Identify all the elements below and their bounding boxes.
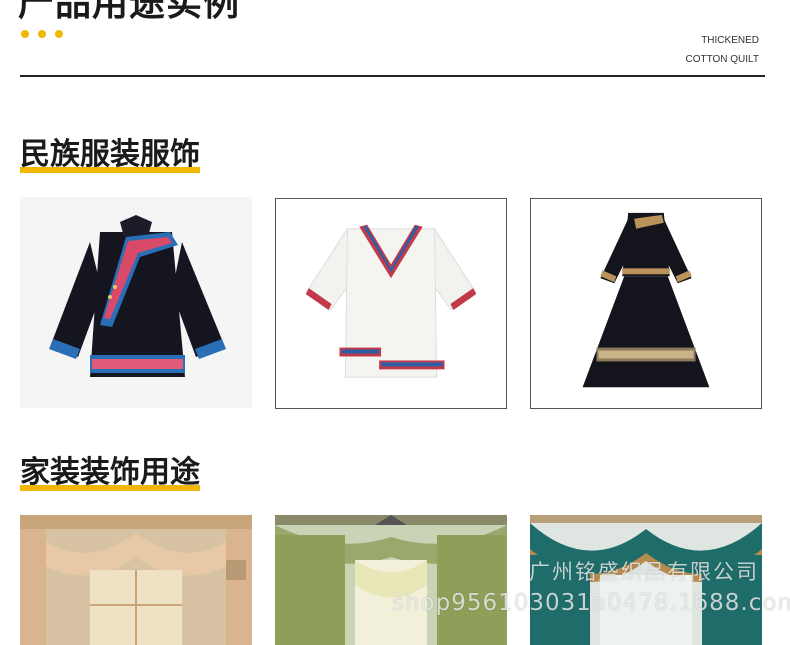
section-title-clothing: 民族服装服饰 xyxy=(20,137,200,173)
ethnic-jacket-image[interactable] xyxy=(20,197,252,408)
green-curtain-photo[interactable] xyxy=(275,515,507,645)
page-title: 产品用途实例 xyxy=(18,0,241,24)
dot-icon xyxy=(21,30,29,38)
ethnic-dress-image[interactable] xyxy=(530,198,762,409)
dot-icon xyxy=(55,30,63,38)
white-embroidered-shirt-image[interactable] xyxy=(275,198,507,409)
peach-curtain-photo[interactable] xyxy=(20,515,252,645)
dot-icon xyxy=(38,30,46,38)
decorative-dots xyxy=(21,30,63,38)
subtitle-line-2: COTTON QUILT xyxy=(685,54,759,65)
watermark-url: shop956103031a0478.1688.com xyxy=(392,590,790,616)
section-title-home-decor: 家装装饰用途 xyxy=(20,455,200,491)
subtitle-line-1: THICKENED xyxy=(701,35,759,46)
section-title-text: 民族服装服饰 xyxy=(20,137,200,172)
header-divider xyxy=(20,75,765,77)
watermark-company: 广州铭盛织品有限公司 xyxy=(529,560,759,584)
english-subtitle: THICKENED COTTON QUILT xyxy=(685,31,759,69)
section-title-text: 家装装饰用途 xyxy=(20,455,200,490)
